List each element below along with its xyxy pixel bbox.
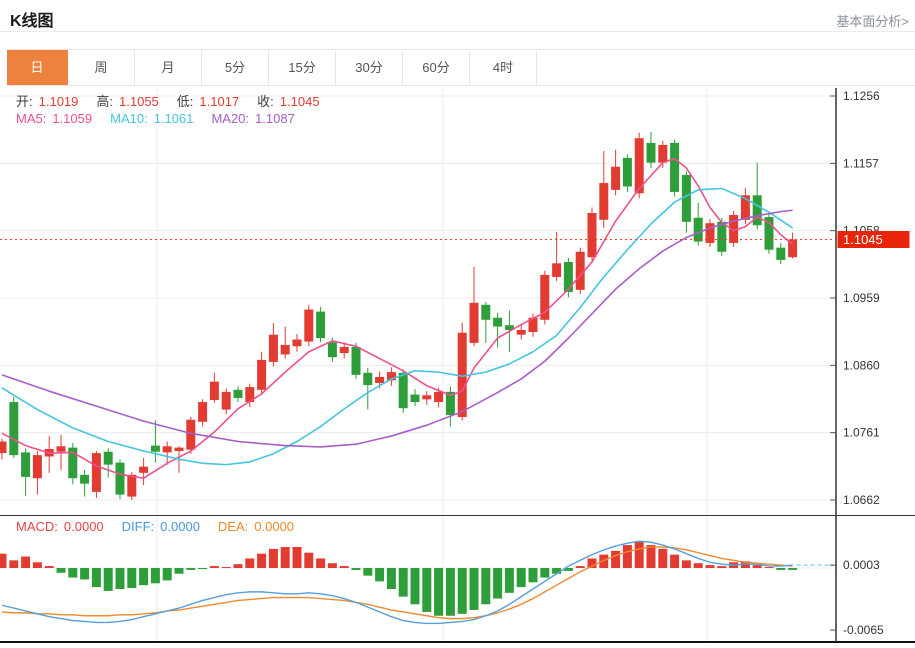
candle-22 [257,360,266,390]
candle-44 [517,330,526,335]
candle-52 [611,167,620,190]
price-axis-labels: 1.12561.11571.10581.09591.08601.07611.06… [830,89,880,507]
candle-11 [127,475,136,497]
candle-20 [234,390,243,398]
candle-18 [210,382,219,400]
svg-text:1.0959: 1.0959 [843,291,880,305]
diff-value: 0.0000 [160,519,200,534]
candle-37 [434,392,443,402]
candle-23 [269,335,278,362]
candle-39 [458,333,467,417]
candle-53 [623,158,632,187]
ma10-line [2,188,793,464]
ma20-line [2,210,793,447]
candle-48 [564,262,573,292]
svg-text:1.0860: 1.0860 [843,358,880,372]
candle-66 [776,248,785,260]
dea-label: DEA: [218,519,248,534]
candle-51 [599,183,608,220]
candle-30 [352,347,361,375]
candle-47 [552,263,561,277]
candle-28 [328,342,337,357]
candle-9 [104,452,113,465]
candle-50 [588,213,597,257]
macd-axis-labels: 0.0003 -0.0065 [830,558,884,637]
ohlc-info-row: 开: 1.1019 高: 1.1055 低: 1.1017 收: 1.1045 [16,91,326,110]
macd-info-row: MACD: 0.0000 DIFF: 0.0000 DEA: 0.0000 [16,519,300,534]
svg-text:1.0761: 1.0761 [843,426,880,440]
svg-text:1.1157: 1.1157 [843,156,879,170]
candle-42 [493,318,502,327]
candle-59 [694,218,703,242]
candle-14 [163,446,172,452]
grid-layer [0,88,836,642]
candle-3 [33,455,42,478]
svg-text:-0.0065: -0.0065 [843,623,884,637]
candle-16 [186,420,195,450]
candle-32 [375,377,384,383]
candle-17 [198,402,207,422]
candle-26 [304,310,313,342]
candle-15 [175,448,184,451]
candle-41 [481,305,490,320]
candle-35 [411,395,420,402]
candle-56 [658,145,667,163]
candle-0 [0,442,7,454]
candle-31 [363,373,372,385]
candle-19 [222,392,231,410]
svg-text:1.0662: 1.0662 [843,493,880,507]
price-tag: 1.1045 [838,231,910,248]
macd-value: 0.0000 [64,519,104,534]
high-label: 高: [96,94,113,109]
candle-7 [80,475,89,484]
candle-27 [316,312,325,339]
candle-8 [92,453,101,492]
candle-61 [717,222,726,252]
low-label: 低: [177,94,194,109]
candle-34 [399,373,408,408]
ma5-label: MA5: [16,111,46,126]
candle-29 [340,347,349,353]
candle-10 [116,463,125,495]
ma10-label: MA10: [110,111,148,126]
candle-2 [21,452,30,476]
ma-info-row: MA5: 1.1059 MA10: 1.1061 MA20: 1.1087 [16,111,301,126]
ma5-line [2,159,793,479]
svg-text:0.0003: 0.0003 [843,558,880,572]
macd-label: MACD: [16,519,58,534]
candle-36 [422,395,431,399]
close-value: 1.1045 [280,94,320,109]
kline-page: K线图 基本面分析> 日周月5分15分30分60分4时 1.12561.1157… [0,0,915,648]
candle-5 [57,446,66,451]
candle-55 [647,143,656,163]
candle-40 [470,303,479,343]
candle-57 [670,143,679,192]
ma20-value: 1.1087 [255,111,295,126]
close-label: 收: [257,94,274,109]
candle-64 [753,195,762,225]
candle-25 [293,339,302,346]
low-value: 1.1017 [199,94,239,109]
open-label: 开: [16,94,33,109]
macd-histogram [0,541,797,615]
candle-13 [151,446,160,452]
candle-24 [281,345,290,355]
diff-label: DIFF: [122,519,155,534]
open-value: 1.1019 [39,94,79,109]
ma20-label: MA20: [211,111,249,126]
svg-text:1.1256: 1.1256 [843,89,880,103]
candle-1 [9,402,18,455]
candle-12 [139,467,148,473]
dea-value: 0.0000 [254,519,294,534]
ma10-value: 1.1061 [154,111,194,126]
high-value: 1.1055 [119,94,159,109]
ma5-value: 1.1059 [52,111,92,126]
svg-text:1.1045: 1.1045 [843,232,883,247]
